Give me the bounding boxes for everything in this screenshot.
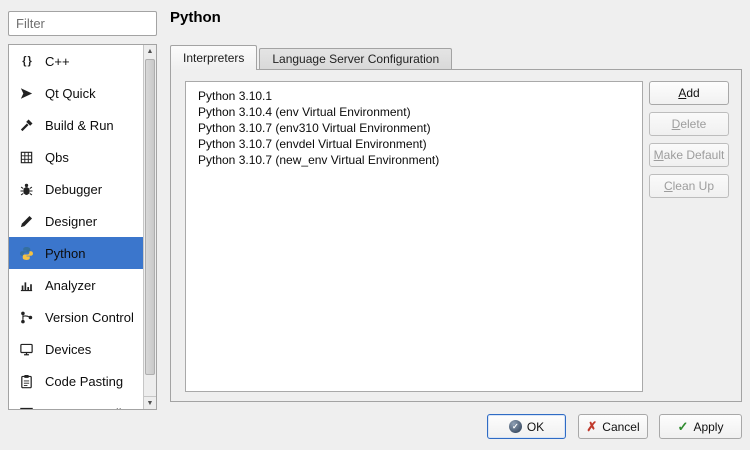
sidebar-item-c[interactable]: { } C++ <box>9 45 143 77</box>
sidebar-scrollbar[interactable]: ▲ ▼ <box>143 45 156 409</box>
interpreter-list-item[interactable]: Python 3.10.4 (env Virtual Environment) <box>186 104 642 120</box>
options-dialog: { } C++ Qt Quick Build & Run Qbs Debugge… <box>0 0 750 450</box>
sidebar-item-label: Build & Run <box>45 117 114 133</box>
apply-button[interactable]: ✓ Apply <box>659 414 742 439</box>
sidebar-item-designer[interactable]: Designer <box>9 205 143 237</box>
sidebar-item-label: Qbs <box>45 149 69 165</box>
interpreter-list-item[interactable]: Python 3.10.7 (env310 Virtual Environmen… <box>186 120 642 136</box>
sidebar-item-build-run[interactable]: Build & Run <box>9 109 143 141</box>
sidebar-item-qbs[interactable]: Qbs <box>9 141 143 173</box>
delete-button[interactable]: Delete <box>649 112 729 136</box>
sidebar-item-version-control[interactable]: Version Control <box>9 301 143 333</box>
sidebar-item-language-client[interactable]: Language Client <box>9 397 143 409</box>
cancel-icon: ✗ <box>586 418 598 434</box>
interpreters-pane: Python 3.10.1 Python 3.10.4 (env Virtual … <box>170 69 742 402</box>
interpreter-list-item[interactable]: Python 3.10.7 (new_env Virtual Environme… <box>186 152 642 168</box>
ok-button[interactable]: ✓ OK <box>487 414 566 439</box>
grid-icon <box>17 148 36 167</box>
sidebar-item-label: C++ <box>45 53 70 69</box>
speech-bubble-icon <box>17 404 36 409</box>
sidebar-item-qt-quick[interactable]: Qt Quick <box>9 77 143 109</box>
tab-language-server-configuration[interactable]: Language Server Configuration <box>259 48 453 69</box>
sidebar-item-label: Analyzer <box>45 277 96 293</box>
tab-label: Language Server Configuration <box>272 52 440 66</box>
bug-icon <box>17 180 36 199</box>
sidebar-item-label: Debugger <box>45 181 103 197</box>
tab-bar: Interpreters Language Server Configurati… <box>170 45 453 70</box>
sidebar-item-label: Designer <box>45 213 98 229</box>
sidebar-item-label: Language Client <box>45 406 140 410</box>
sidebar-item-debugger[interactable]: Debugger <box>9 173 143 205</box>
ok-label: OK <box>526 419 545 434</box>
interpreter-list-item[interactable]: Python 3.10.1 <box>186 88 642 104</box>
branch-icon <box>17 308 36 327</box>
sidebar-item-code-pasting[interactable]: Code Pasting <box>9 365 143 397</box>
qt-quick-icon <box>17 84 36 103</box>
build-run-icon <box>17 116 36 135</box>
make-default-button[interactable]: Make Default <box>649 143 729 167</box>
sidebar-item-label: Python <box>45 245 86 261</box>
add-button[interactable]: Add <box>649 81 729 105</box>
interpreter-list[interactable]: Python 3.10.1 Python 3.10.4 (env Virtual … <box>185 81 643 392</box>
sidebar-item-label: Version Control <box>45 309 134 325</box>
page-title: Python <box>170 9 221 26</box>
interpreter-list-item[interactable]: Python 3.10.7 (envdel Virtual Environmen… <box>186 136 642 152</box>
sidebar-list: { } C++ Qt Quick Build & Run Qbs Debugge… <box>9 45 143 409</box>
pencil-icon <box>17 212 36 231</box>
clean-up-button[interactable]: Clean Up <box>649 174 729 198</box>
scroll-up-icon[interactable]: ▲ <box>144 45 156 58</box>
ok-icon: ✓ <box>508 420 522 433</box>
device-icon <box>17 340 36 359</box>
tab-interpreters[interactable]: Interpreters <box>170 45 258 70</box>
cancel-button[interactable]: ✗ Cancel <box>578 414 648 439</box>
filter-input[interactable] <box>8 11 157 36</box>
sidebar-item-label: Devices <box>45 341 92 357</box>
sidebar-item-label: Code Pasting <box>45 373 124 389</box>
braces-icon: { } <box>22 55 32 67</box>
category-sidebar: { } C++ Qt Quick Build & Run Qbs Debugge… <box>8 44 157 410</box>
scroll-down-icon[interactable]: ▼ <box>144 396 156 409</box>
apply-label: Apply <box>693 419 724 434</box>
analyzer-icon <box>17 276 36 295</box>
tab-label: Interpreters <box>183 51 245 65</box>
sidebar-item-label: Qt Quick <box>45 85 96 101</box>
sidebar-item-analyzer[interactable]: Analyzer <box>9 269 143 301</box>
scrollbar-thumb[interactable] <box>145 59 155 375</box>
python-icon <box>17 244 36 263</box>
cancel-label: Cancel <box>602 419 640 434</box>
clipboard-icon <box>17 372 36 391</box>
sidebar-item-devices[interactable]: Devices <box>9 333 143 365</box>
sidebar-item-python[interactable]: Python <box>9 237 143 269</box>
apply-icon: ✓ <box>677 418 689 434</box>
